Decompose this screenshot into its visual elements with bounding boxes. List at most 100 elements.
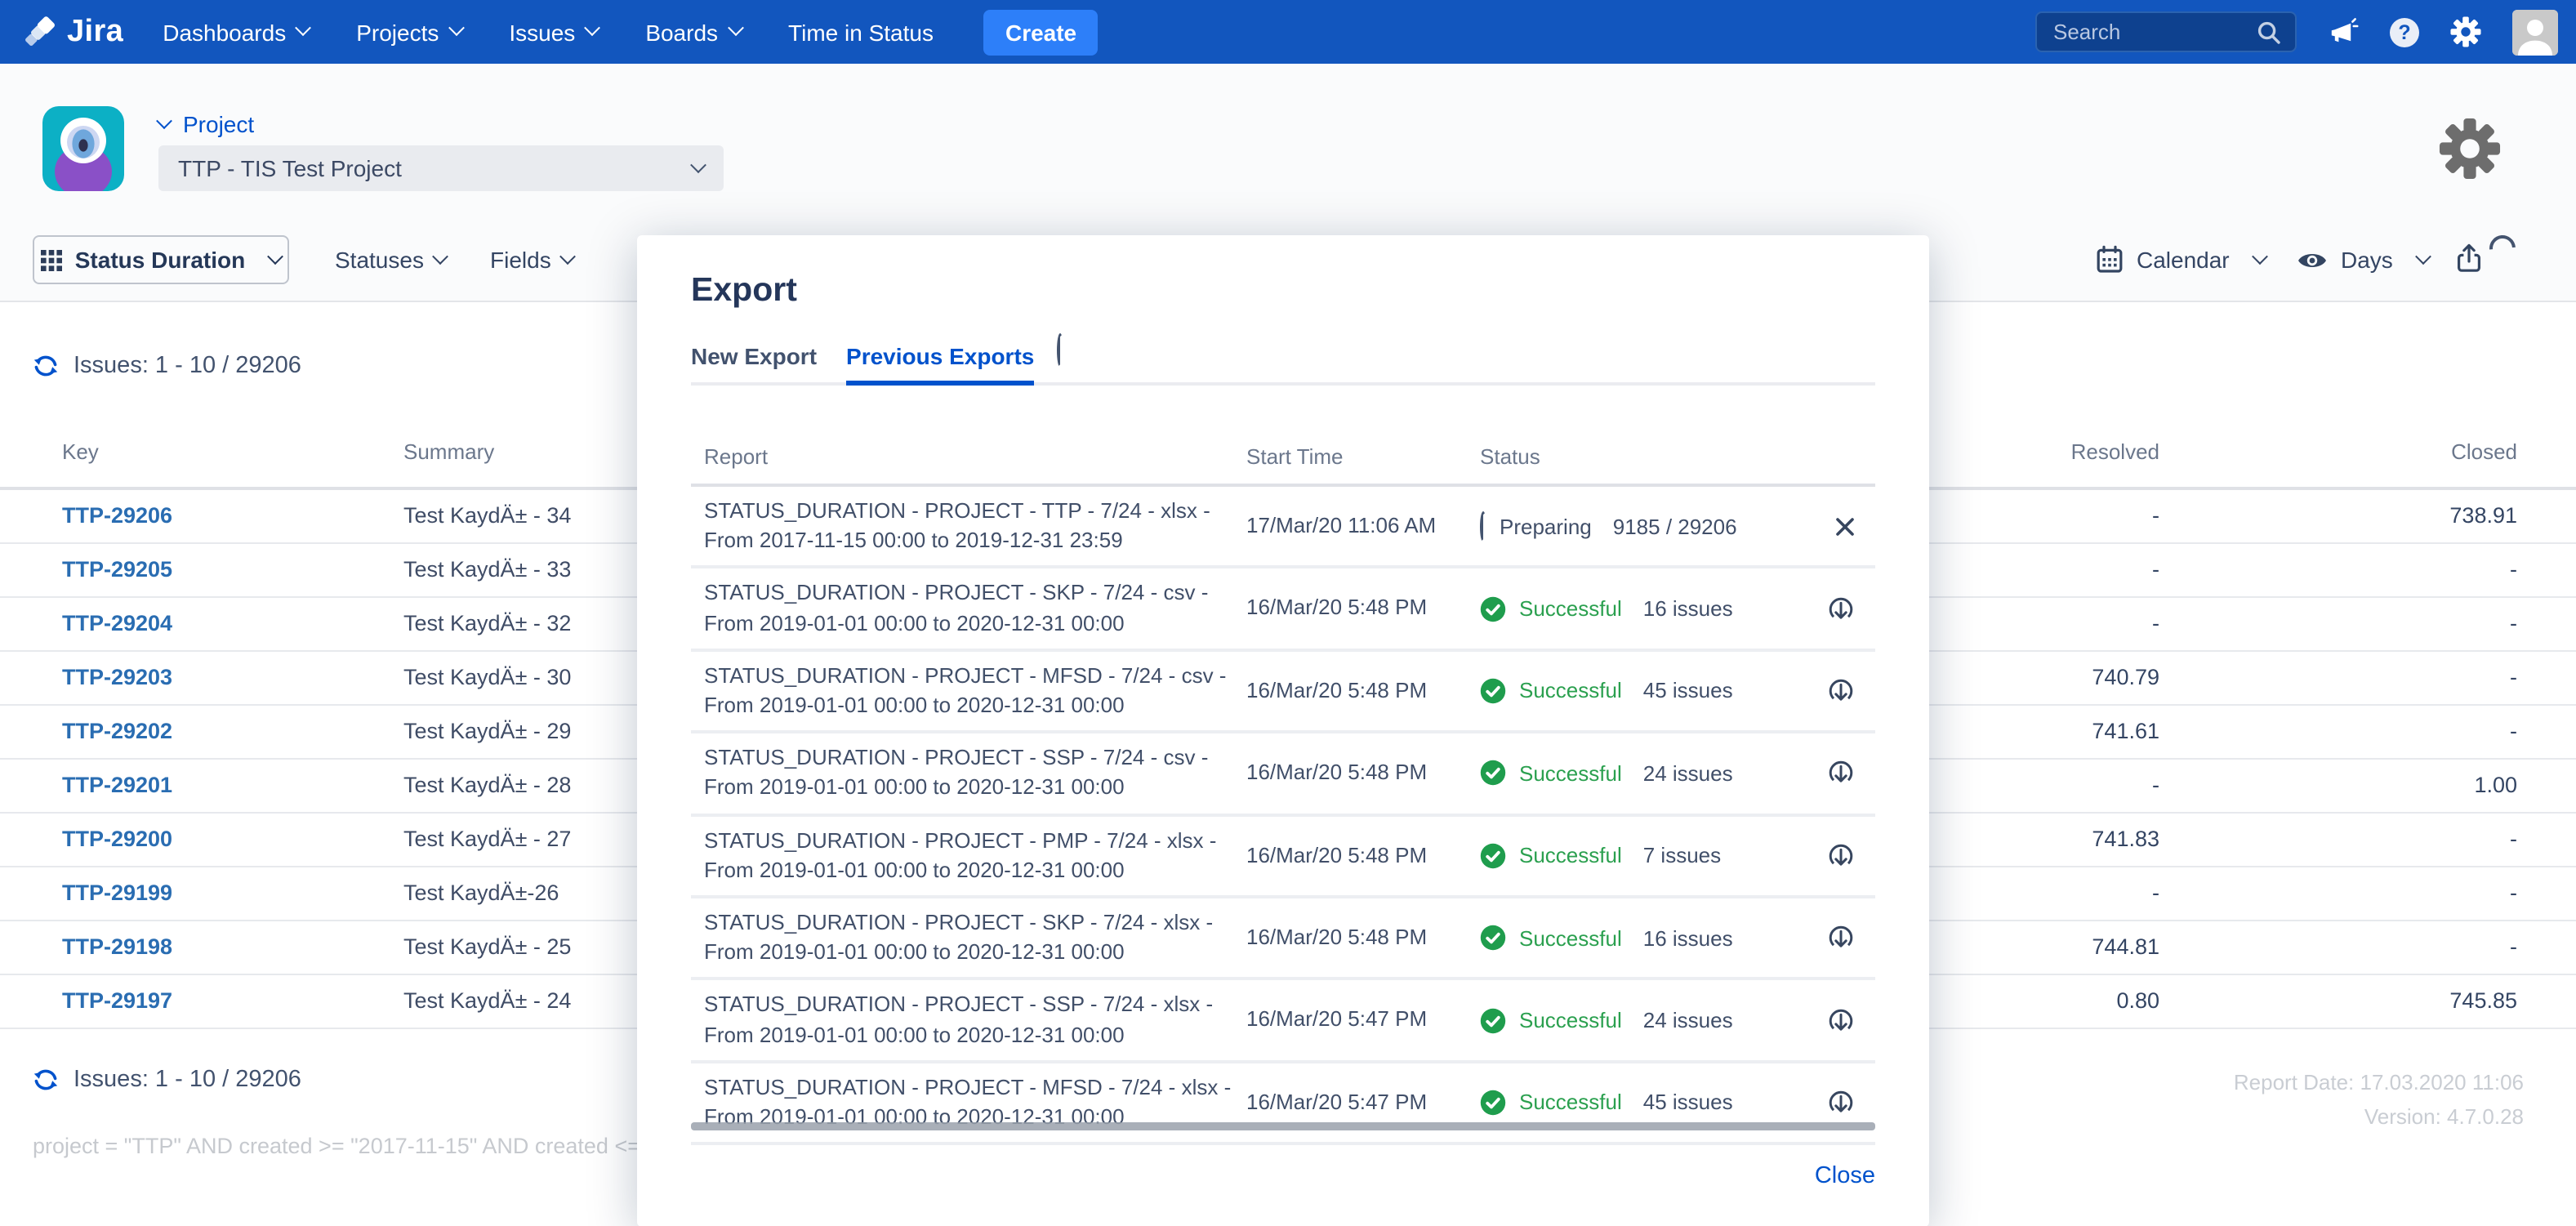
issue-key-link[interactable]: TTP-29202 [62,706,172,758]
export-row-action[interactable] [1826,733,1856,813]
fields-menu[interactable]: Fields [490,235,574,284]
export-row: STATUS_DURATION - PROJECT - TTP - 7/24 -… [691,487,1875,569]
export-status: Successful 24 issues [1480,981,1733,1060]
calendar-icon [2096,245,2124,274]
export-row-action[interactable] [1826,981,1856,1060]
project-avatar [42,106,124,191]
close-button[interactable]: Close [1815,1163,1875,1189]
horizontal-scrollbar[interactable] [691,1122,1875,1130]
project-select[interactable]: TTP - TIS Test Project [158,145,724,191]
status-label: Successful [1519,596,1622,621]
export-dialog: Export New Export Previous Exports Repor… [637,235,1929,1226]
column-header-key[interactable]: Key [62,439,99,464]
nav-item-time-in-status[interactable]: Time in Status [788,19,934,45]
issue-key-link[interactable]: TTP-29203 [62,652,172,704]
export-start-time: 16/Mar/20 5:48 PM [1246,898,1427,978]
jira-logo[interactable]: Jira [23,14,123,50]
search-input[interactable] [2050,18,2256,46]
create-button[interactable]: Create [984,9,1098,55]
search-icon [2256,19,2282,45]
tab-previous-exports[interactable]: Previous Exports [846,343,1034,386]
issue-closed-value: - [2510,544,2517,596]
spinner-icon [1480,514,1486,538]
download-icon[interactable] [1826,676,1856,706]
column-header-closed[interactable]: Closed [2451,439,2517,464]
report-settings-gear-icon[interactable] [2439,118,2501,180]
issue-resolved-value: - [2152,544,2159,596]
export-start-time: 17/Mar/20 11:06 AM [1246,487,1436,566]
export-row: STATUS_DURATION - PROJECT - MFSD - 7/24 … [691,1063,1875,1145]
jira-logo-icon [23,14,59,50]
issue-key-link[interactable]: TTP-29204 [62,598,172,650]
issue-key-link[interactable]: TTP-29205 [62,544,172,596]
issue-closed-value: - [2510,814,2517,866]
issue-key-link[interactable]: TTP-29198 [62,921,172,974]
issue-summary: Test KaydÄ± - 29 [403,706,571,758]
issue-summary: Test KaydÄ± - 33 [403,544,571,596]
issue-closed-value: - [2510,921,2517,974]
export-status: Successful 16 issues [1480,569,1733,649]
help-icon[interactable]: ? [2390,17,2419,47]
dialog-title: Export [691,271,797,310]
issue-summary: Test KaydÄ± - 34 [403,490,571,542]
dialog-tabs: New Export Previous Exports [691,337,1875,386]
success-check-icon [1480,595,1506,622]
export-row-action[interactable] [1826,898,1856,978]
cancel-icon[interactable] [1834,515,1856,537]
user-avatar[interactable] [2512,9,2558,55]
status-detail: 16 issues [1643,596,1733,621]
chevron-down-icon [267,247,283,264]
export-status: Successful 45 issues [1480,1063,1733,1142]
export-status: Preparing 9185 / 29206 [1480,487,1737,566]
export-row-action[interactable] [1826,652,1856,731]
status-label: Successful [1519,679,1622,703]
issue-key-link[interactable]: TTP-29201 [62,760,172,812]
export-row-action[interactable] [1834,487,1856,566]
statuses-menu[interactable]: Statuses [335,235,447,284]
jira-logo-text: Jira [67,14,123,50]
status-detail: 9185 / 29206 [1613,514,1737,538]
export-row-action[interactable] [1826,569,1856,649]
issue-key-link[interactable]: TTP-29206 [62,490,172,542]
issue-key-link[interactable]: TTP-29197 [62,975,172,1028]
column-header-resolved[interactable]: Resolved [2071,439,2159,464]
download-icon[interactable] [1826,1088,1856,1117]
issue-closed-value: - [2510,598,2517,650]
breadcrumb-project[interactable]: Project [158,111,254,137]
issue-key-link[interactable]: TTP-29200 [62,814,172,866]
download-icon[interactable] [1826,923,1856,952]
download-icon[interactable] [1826,759,1856,788]
nav-search[interactable] [2035,11,2297,52]
status-label: Successful [1519,844,1622,868]
nav-item-projects[interactable]: Projects [356,19,461,45]
download-icon[interactable] [1826,594,1856,623]
refresh-icon[interactable] [33,353,59,379]
success-check-icon [1480,925,1506,951]
gear-icon[interactable] [2450,16,2481,47]
chevron-down-icon [2415,247,2431,264]
nav-item-boards[interactable]: Boards [645,19,741,45]
download-icon[interactable] [1826,841,1856,871]
tab-new-export[interactable]: New Export [691,343,817,382]
export-row: STATUS_DURATION - PROJECT - SKP - 7/24 -… [691,898,1875,981]
column-header-summary[interactable]: Summary [403,439,494,464]
export-row-action[interactable] [1826,1063,1856,1142]
announcements-icon[interactable] [2328,16,2359,47]
export-row-action[interactable] [1826,816,1856,895]
nav-item-issues[interactable]: Issues [509,19,598,45]
status-label: Successful [1519,925,1622,950]
days-menu[interactable]: Days [2297,235,2429,284]
issue-closed-value: - [2510,706,2517,758]
report-type-picker[interactable]: Status Duration [33,235,289,284]
status-label: Preparing [1500,514,1592,538]
issue-summary: Test KaydÄ± - 32 [403,598,571,650]
calendar-menu[interactable]: Calendar [2096,235,2266,284]
nav-item-dashboards[interactable]: Dashboards [163,19,309,45]
issue-key-link[interactable]: TTP-29199 [62,867,172,920]
download-icon[interactable] [1826,1005,1856,1035]
issue-resolved-value: 741.83 [2092,814,2159,866]
export-button[interactable] [2453,237,2489,279]
export-row: STATUS_DURATION - PROJECT - SSP - 7/24 -… [691,733,1875,816]
refresh-icon[interactable] [33,1067,59,1093]
success-check-icon [1480,1007,1506,1033]
